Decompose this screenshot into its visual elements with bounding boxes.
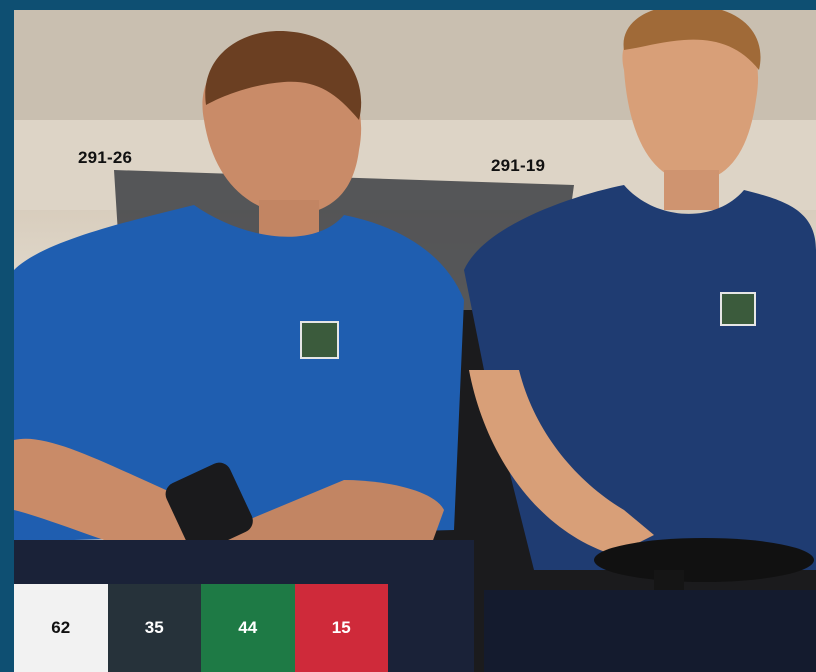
left-model-neck bbox=[259, 200, 319, 240]
swatch-number: 44 bbox=[238, 618, 258, 637]
color-swatch: 62 bbox=[14, 584, 108, 672]
product-code-right: 291-19 bbox=[491, 156, 546, 175]
color-swatch: 44 bbox=[201, 584, 295, 672]
right-model-neck bbox=[664, 170, 719, 210]
color-swatch-row: 62 35 44 15 bbox=[14, 584, 388, 672]
swatch-number: 35 bbox=[144, 618, 164, 637]
steering-wheel bbox=[594, 538, 814, 582]
product-photo: 291-26 291-19 bbox=[14, 10, 816, 672]
color-swatch: 35 bbox=[107, 584, 201, 672]
product-code-left: 291-26 bbox=[78, 148, 133, 167]
right-model-pants bbox=[484, 590, 816, 672]
left-shirt-logo bbox=[300, 321, 339, 359]
swatch-number: 15 bbox=[331, 618, 351, 637]
photo-illustration bbox=[14, 10, 816, 672]
color-swatch: 15 bbox=[294, 584, 388, 672]
right-shirt-logo bbox=[720, 292, 756, 326]
swatch-number: 62 bbox=[51, 618, 71, 637]
